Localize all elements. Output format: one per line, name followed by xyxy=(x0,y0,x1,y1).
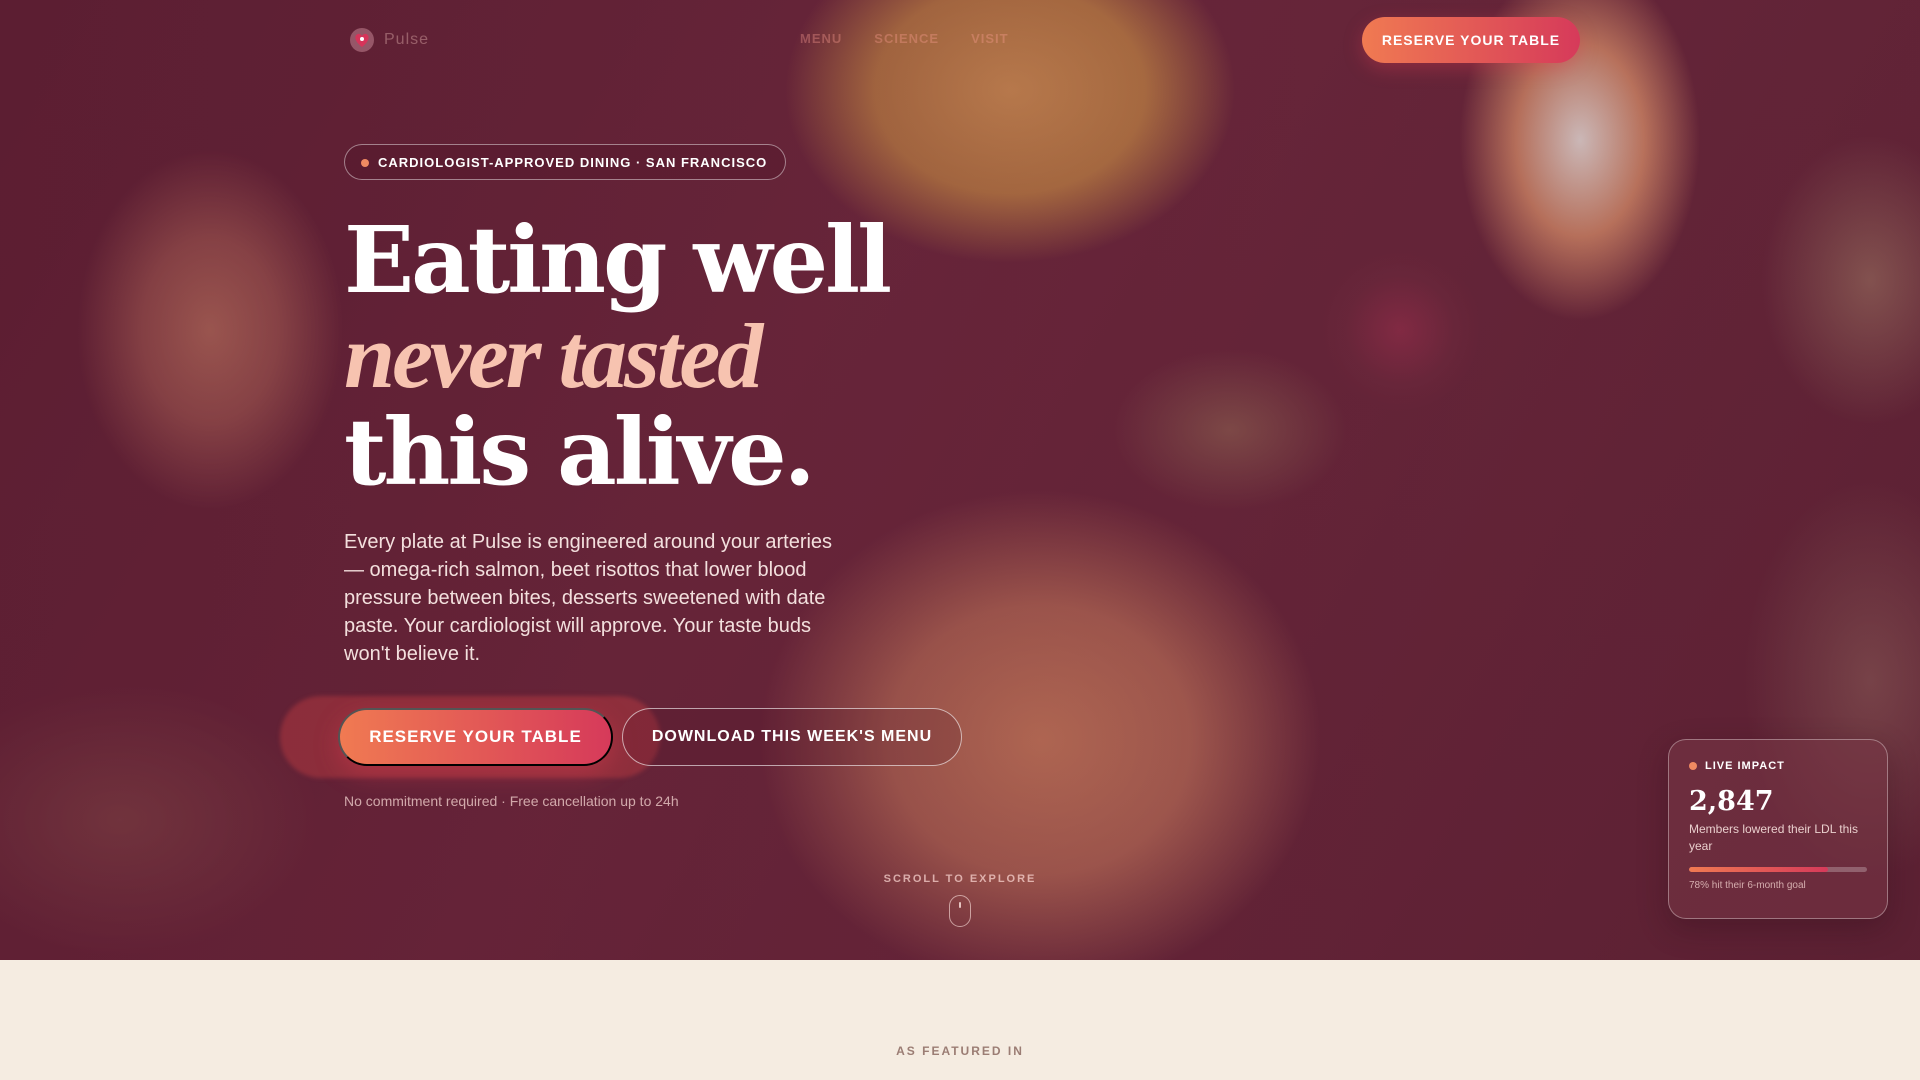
mouse-scroll-icon xyxy=(949,895,971,927)
live-dot-icon xyxy=(1689,762,1697,770)
hero-description: Every plate at Pulse is engineered aroun… xyxy=(344,531,833,665)
featured-label: AS FEATURED IN xyxy=(896,1044,1024,1058)
impact-note: 78% hit their 6-month goal xyxy=(1689,880,1806,891)
download-menu-button[interactable]: DOWNLOAD THIS WEEK'S MENU xyxy=(622,708,962,766)
cta-fineprint: No commitment required · Free cancellati… xyxy=(344,793,679,809)
scroll-indicator[interactable]: SCROLL TO EXPLORE xyxy=(860,873,1060,927)
headline-line-3: this alive. xyxy=(344,398,816,506)
reserve-table-button[interactable]: RESERVE YOUR TABLE xyxy=(338,708,613,766)
headline-line-2: never tasted xyxy=(344,305,763,407)
hero-headline: Eating well never tasted this alive. xyxy=(344,206,892,506)
impact-label: LIVE IMPACT xyxy=(1705,760,1785,772)
brand-name[interactable]: Pulse xyxy=(384,31,429,49)
top-nav: Pulse MENU SCIENCE VISIT RESERVE YOUR TA… xyxy=(0,0,1920,80)
nav-reserve-button[interactable]: RESERVE YOUR TABLE xyxy=(1362,17,1580,63)
hero-badge: CARDIOLOGIST-APPROVED DINING · SAN FRANC… xyxy=(344,144,787,180)
heart-logo-icon[interactable] xyxy=(348,26,376,54)
impact-number: 2,847 xyxy=(1689,786,1774,817)
impact-progress-fill xyxy=(1689,867,1828,872)
badge-text: CARDIOLOGIST-APPROVED DINING · SAN FRANC… xyxy=(378,154,768,170)
scroll-label: SCROLL TO EXPLORE xyxy=(883,873,1037,885)
nav-link-menu[interactable]: MENU xyxy=(800,31,842,46)
live-impact-card: LIVE IMPACT 2,847 Members lowered their … xyxy=(1668,739,1888,919)
impact-description: Members lowered their LDL this year xyxy=(1689,822,1858,853)
nav-links: MENU SCIENCE VISIT xyxy=(800,31,1009,46)
featured-section: AS FEATURED IN xyxy=(0,960,1920,1080)
nav-link-visit[interactable]: VISIT xyxy=(971,31,1009,46)
hero-section xyxy=(0,0,1920,960)
impact-header: LIVE IMPACT xyxy=(1689,760,1867,772)
headline-line-1: Eating well xyxy=(344,206,892,314)
nav-link-science[interactable]: SCIENCE xyxy=(874,31,939,46)
impact-progress-bar xyxy=(1689,867,1867,872)
badge-dot-icon xyxy=(361,159,369,167)
